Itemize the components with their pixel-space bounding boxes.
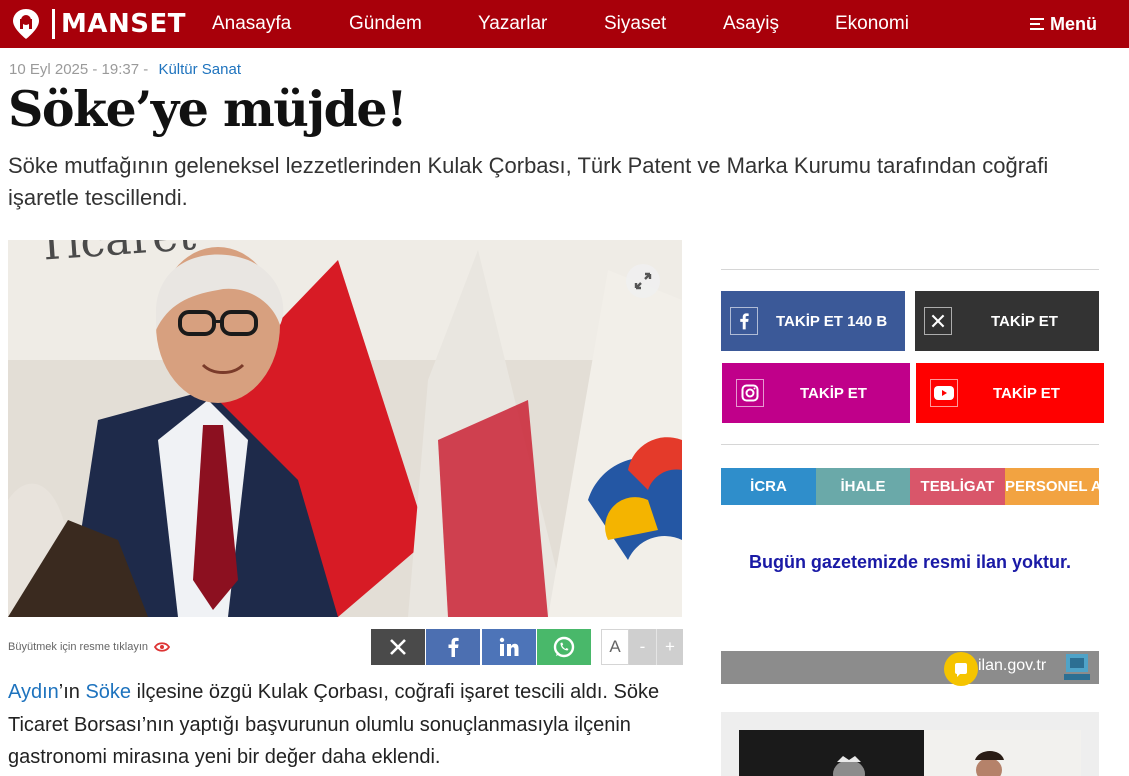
article-body: Aydın’ın Söke ilçesine özgü Kulak Çorbas… — [8, 676, 678, 774]
basin-ilan-logo-icon — [1062, 652, 1092, 682]
menu-button[interactable]: Menü — [1030, 0, 1097, 48]
expand-image-button[interactable] — [626, 264, 660, 298]
sidebar-divider-middle — [721, 444, 1099, 445]
tab-personel-alimi[interactable]: PERSONEL ALIMI — [1005, 468, 1099, 505]
link-soke[interactable]: Söke — [85, 681, 131, 703]
youtube-follow-label: TAKİP ET — [993, 384, 1060, 402]
font-decrease-button[interactable]: - — [629, 629, 656, 665]
article-meta: 10 Eyl 2025 - 19:37 - Kültür Sanat — [9, 61, 241, 78]
link-aydin[interactable]: Aydın — [8, 681, 59, 703]
tab-tebligat[interactable]: TEBLİGAT — [910, 468, 1005, 505]
x-icon — [390, 639, 406, 655]
site-logo[interactable]: MANSET — [10, 7, 186, 41]
menu-label: Menü — [1050, 14, 1097, 34]
nav-yazarlar[interactable]: Yazarlar — [478, 0, 547, 48]
facebook-icon — [730, 307, 758, 335]
logo-text: MANSET — [61, 9, 186, 39]
expand-icon — [634, 272, 652, 290]
x-icon — [924, 307, 952, 335]
hamburger-icon — [1030, 18, 1044, 30]
ilan-tabs: İCRA İHALE TEBLİGAT PERSONEL ALIMI — [721, 468, 1099, 505]
share-whatsapp-button[interactable] — [537, 629, 591, 665]
eye-icon — [154, 642, 170, 652]
body-text-1: ’ın — [58, 681, 86, 703]
instagram-icon — [736, 379, 764, 407]
tab-ihale[interactable]: İHALE — [816, 468, 910, 505]
font-size-controls: A - + — [601, 629, 683, 665]
font-increase-button[interactable]: + — [656, 629, 683, 665]
font-reset-button[interactable]: A — [601, 629, 629, 665]
ilan-gov-text: ilan.gov.tr — [978, 657, 1047, 674]
nav-asayis[interactable]: Asayiş — [723, 0, 779, 48]
instagram-follow-label: TAKİP ET — [800, 384, 867, 402]
logo-divider — [52, 9, 55, 39]
youtube-follow-button[interactable]: TAKİP ET — [916, 363, 1104, 423]
x-follow-button[interactable]: TAKİP ET — [915, 291, 1099, 351]
article-photo[interactable]: Ticaret — [8, 240, 682, 617]
logo-pin-icon — [10, 7, 48, 41]
ilan-notice: Bugün gazetemizde resmi ilan yoktur. — [748, 552, 1072, 572]
enlarge-hint: Büyütmek için resme tıklayın — [8, 641, 170, 653]
share-x-button[interactable] — [371, 629, 425, 665]
share-linkedin-button[interactable] — [482, 629, 536, 665]
facebook-follow-label: TAKİP ET 140 B — [776, 312, 888, 330]
nav-siyaset[interactable]: Siyaset — [604, 0, 666, 48]
nav-ekonomi[interactable]: Ekonomi — [835, 0, 909, 48]
ilan-logo-icon — [944, 652, 978, 686]
enlarge-hint-text: Büyütmek için resme tıklayın — [8, 641, 148, 653]
nav-anasayfa[interactable]: Anasayfa — [212, 0, 291, 48]
sidebar-divider-top — [721, 269, 1099, 270]
category-link[interactable]: Kültür Sanat — [158, 61, 241, 78]
tab-icra[interactable]: İCRA — [721, 468, 816, 505]
share-facebook-button[interactable] — [426, 629, 480, 665]
whatsapp-icon — [553, 636, 575, 658]
facebook-follow-button[interactable]: TAKİP ET 140 B — [721, 291, 905, 351]
facebook-icon — [448, 637, 459, 657]
article-title: Söke’ye müjde! — [8, 80, 408, 138]
article-date: 10 Eyl 2025 - 19:37 — [9, 61, 140, 78]
x-follow-label: TAKİP ET — [991, 312, 1058, 330]
article-summary: Söke mutfağının geleneksel lezzetlerinde… — [8, 153, 1049, 210]
meta-separator: - — [143, 61, 149, 78]
news-card-image[interactable] — [739, 730, 1081, 776]
linkedin-icon — [499, 637, 519, 656]
youtube-icon — [930, 379, 958, 407]
nav-gundem[interactable]: Gündem — [349, 0, 422, 48]
instagram-follow-button[interactable]: TAKİP ET — [722, 363, 910, 423]
